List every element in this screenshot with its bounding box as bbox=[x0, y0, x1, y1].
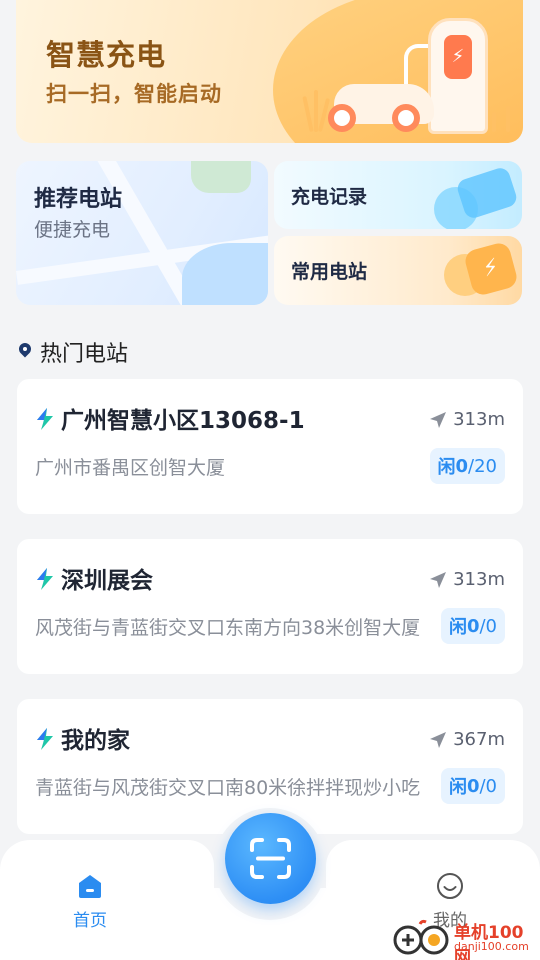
badge-label: 闲 bbox=[437, 457, 456, 478]
station-address: 广州市番禺区创智大厦 bbox=[35, 457, 226, 479]
tile-title: 推荐电站 bbox=[34, 187, 123, 212]
station-name: 深圳展会 bbox=[61, 568, 153, 594]
availability-badge: 闲 0 /20 bbox=[429, 448, 505, 484]
plug-icon: ⚡ bbox=[444, 240, 520, 305]
total-count: /0 bbox=[479, 775, 497, 797]
station-distance: 367m bbox=[429, 729, 505, 750]
charging-records-tile[interactable]: 充电记录 bbox=[274, 161, 522, 229]
tile-label: 充电记录 bbox=[291, 186, 368, 208]
banner-title: 智慧充电 bbox=[46, 38, 167, 72]
bolt-icon bbox=[37, 728, 53, 750]
distance-value: 367m bbox=[453, 729, 505, 750]
station-address: 风茂街与青蓝街交叉口东南方向38米创智大厦 bbox=[35, 617, 421, 639]
distance-value: 313m bbox=[453, 409, 505, 430]
station-distance: 313m bbox=[429, 409, 505, 430]
availability-badge: 闲 0 /0 bbox=[440, 608, 505, 644]
badge-label: 闲 bbox=[448, 617, 467, 638]
watermark-url: danji100.com bbox=[454, 940, 529, 953]
scooter-wheel bbox=[392, 104, 420, 132]
section-title: 热门电站 bbox=[40, 342, 129, 367]
bolt-icon bbox=[37, 408, 53, 430]
watermark-text: 单机100网 bbox=[454, 923, 524, 960]
navigation-arrow-icon bbox=[430, 731, 447, 748]
promo-banner[interactable]: 智慧充电 扫一扫，智能启动 ⚡ bbox=[16, 0, 523, 143]
banner-subtitle: 扫一扫，智能启动 bbox=[46, 82, 222, 106]
distance-value: 313m bbox=[453, 569, 505, 590]
watermark: 单机100网 danji100.com bbox=[390, 912, 540, 960]
station-name: 我的家 bbox=[61, 728, 130, 754]
nav-home[interactable]: 首页 bbox=[60, 872, 120, 934]
free-count: 0 bbox=[466, 775, 480, 797]
navigation-arrow-icon bbox=[430, 411, 447, 428]
tile-subtitle: 便捷充电 bbox=[34, 219, 111, 241]
free-count: 0 bbox=[455, 455, 469, 477]
availability-badge: 闲 0 /0 bbox=[440, 768, 505, 804]
station-card[interactable]: 广州智慧小区13068-1 313m 广州市番禺区创智大厦 闲 0 /20 bbox=[17, 379, 523, 514]
records-icon bbox=[434, 165, 519, 229]
home-icon bbox=[79, 875, 101, 898]
recommended-stations-tile[interactable]: 推荐电站 便捷充电 bbox=[16, 161, 268, 305]
map-park bbox=[191, 161, 251, 193]
total-count: /20 bbox=[468, 455, 497, 477]
nav-home-label: 首页 bbox=[73, 911, 107, 931]
grass-decoration bbox=[492, 112, 496, 132]
grass-decoration bbox=[314, 90, 318, 132]
tile-label: 常用电站 bbox=[291, 261, 368, 283]
charging-station-illustration: ⚡ bbox=[428, 18, 488, 134]
station-address: 青蓝街与风茂街交叉口南80米徐拌拌现炒小吃 bbox=[35, 777, 421, 799]
badge-label: 闲 bbox=[448, 777, 467, 798]
bolt-icon bbox=[37, 568, 53, 590]
free-count: 0 bbox=[466, 615, 480, 637]
watermark-logo-icon bbox=[393, 919, 449, 955]
station-distance: 313m bbox=[429, 569, 505, 590]
location-pin-icon bbox=[18, 343, 32, 361]
station-card[interactable]: 深圳展会 313m 风茂街与青蓝街交叉口东南方向38米创智大厦 闲 0 /0 bbox=[17, 539, 523, 674]
scooter-wheel bbox=[328, 104, 356, 132]
scan-icon bbox=[250, 838, 291, 879]
smiley-icon bbox=[437, 873, 463, 899]
grass-decoration bbox=[506, 106, 510, 132]
scan-button[interactable] bbox=[225, 813, 316, 904]
lightning-icon: ⚡ bbox=[444, 35, 472, 79]
station-name: 广州智慧小区13068-1 bbox=[61, 408, 305, 434]
navigation-arrow-icon bbox=[430, 571, 447, 588]
common-stations-tile[interactable]: 常用电站 ⚡ bbox=[274, 236, 522, 305]
hot-stations-header: 热门电站 bbox=[18, 337, 128, 367]
total-count: /0 bbox=[479, 615, 497, 637]
